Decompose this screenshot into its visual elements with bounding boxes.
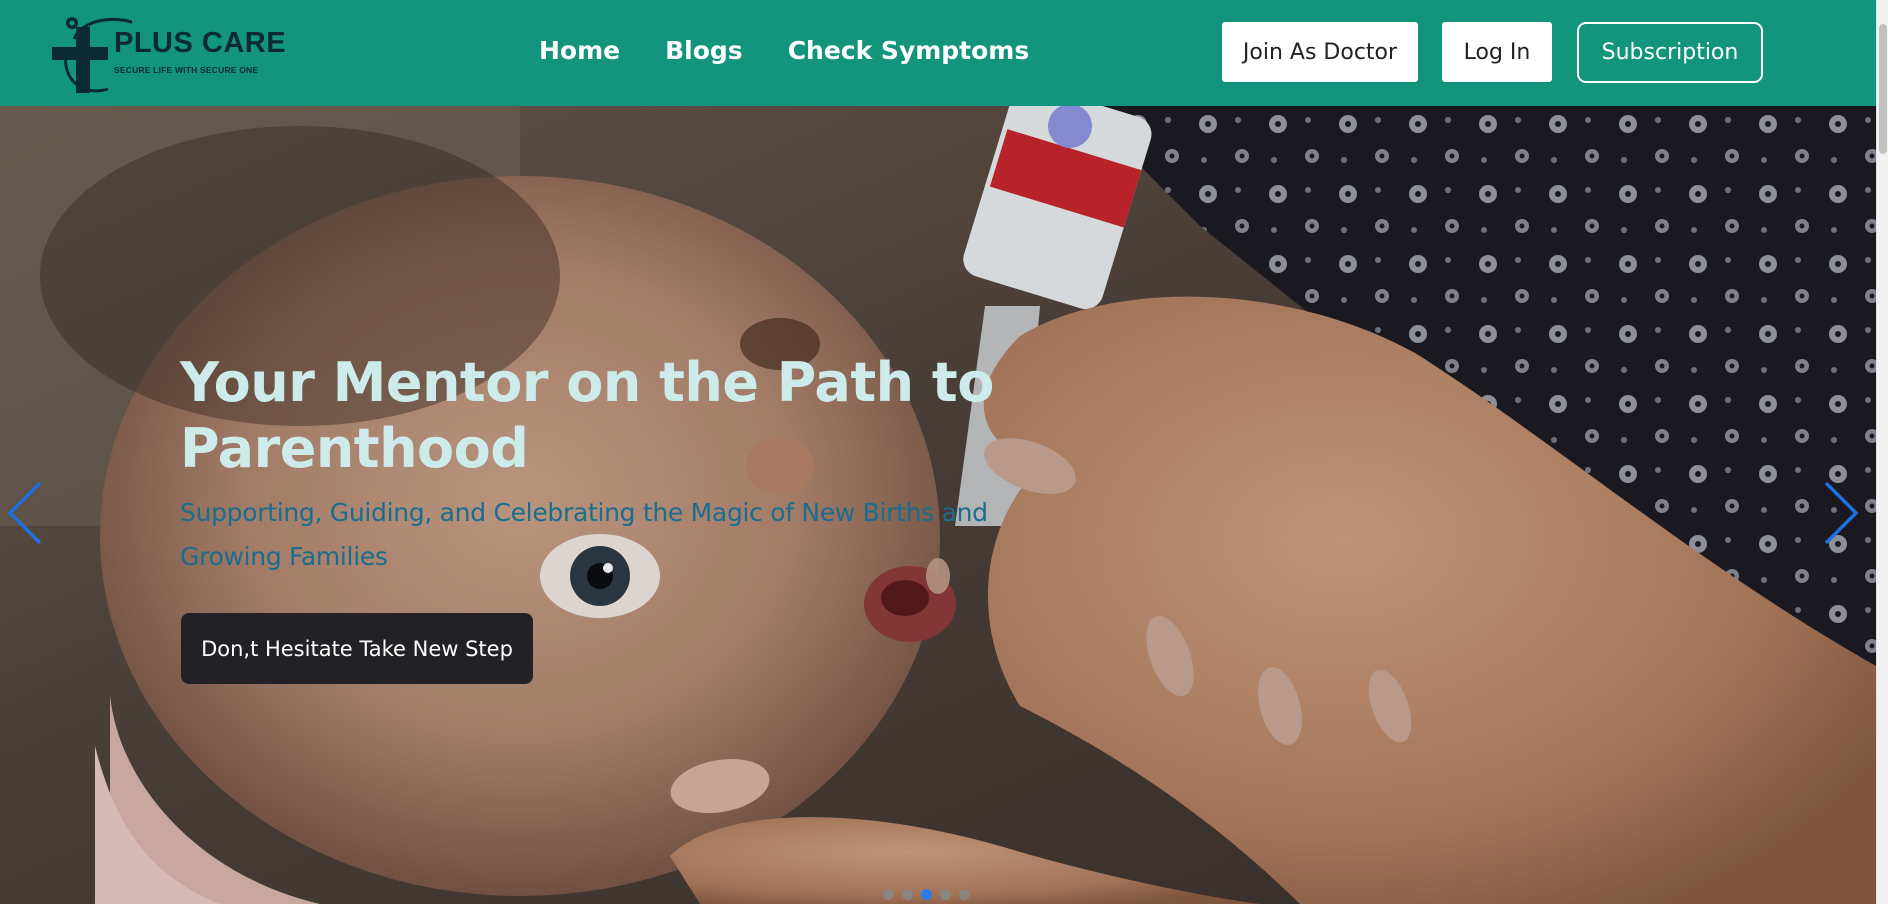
carousel-indicator[interactable] bbox=[902, 889, 913, 900]
nav-link-home[interactable]: Home bbox=[539, 36, 620, 65]
carousel-indicator-active[interactable] bbox=[921, 889, 932, 900]
chevron-right-icon[interactable] bbox=[1822, 480, 1860, 546]
carousel-indicator[interactable] bbox=[959, 889, 970, 900]
chevron-left-icon[interactable] bbox=[6, 480, 44, 546]
nav-link-check-symptoms[interactable]: Check Symptoms bbox=[788, 36, 1030, 65]
page: PLUS CARE SECURE LIFE WITH SECURE ONE Ho… bbox=[0, 0, 1888, 904]
carousel-indicator[interactable] bbox=[883, 889, 894, 900]
carousel-indicators bbox=[883, 889, 970, 900]
hero-carousel: Your Mentor on the Path to Parenthood Su… bbox=[0, 106, 1876, 904]
hero-subtitle: Supporting, Guiding, and Celebrating the… bbox=[180, 498, 988, 571]
scrollbar-thumb[interactable] bbox=[1879, 24, 1887, 154]
brand-tagline: SECURE LIFE WITH SECURE ONE bbox=[114, 65, 259, 75]
hero-cta-button[interactable]: Don,t Hesitate Take New Step bbox=[181, 613, 533, 684]
page-scrollbar[interactable] bbox=[1876, 0, 1888, 904]
login-button[interactable]: Log In bbox=[1442, 22, 1552, 82]
join-as-doctor-button[interactable]: Join As Doctor bbox=[1222, 22, 1418, 82]
subscription-button[interactable]: Subscription bbox=[1577, 22, 1763, 83]
brand-logo[interactable]: PLUS CARE SECURE LIFE WITH SECURE ONE bbox=[52, 13, 286, 97]
hero-title: Your Mentor on the Path to Parenthood bbox=[180, 351, 994, 480]
nav-link-blogs[interactable]: Blogs bbox=[665, 36, 743, 65]
carousel-indicator[interactable] bbox=[940, 889, 951, 900]
brand-name: PLUS CARE bbox=[114, 27, 287, 59]
navbar: PLUS CARE SECURE LIFE WITH SECURE ONE Ho… bbox=[0, 0, 1876, 106]
main-nav: Home Blogs Check Symptoms bbox=[539, 36, 1029, 65]
